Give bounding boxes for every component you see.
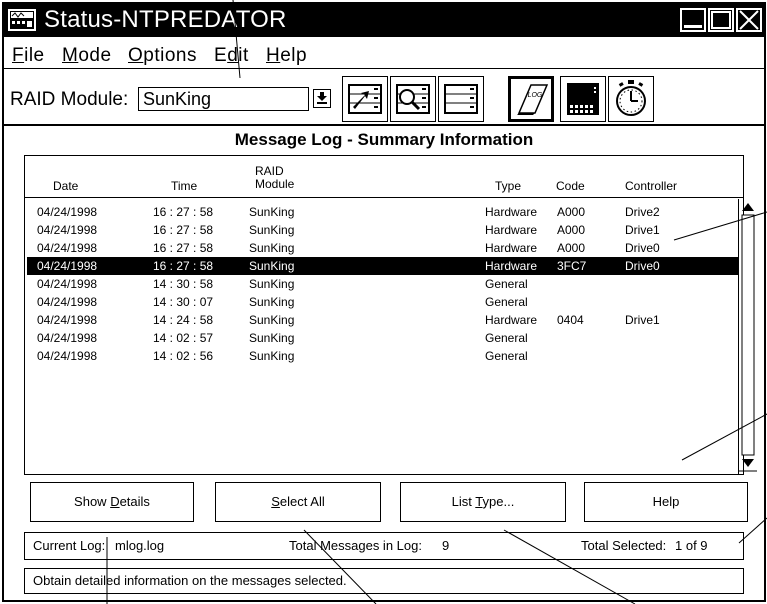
callout-lines (106, 0, 767, 604)
